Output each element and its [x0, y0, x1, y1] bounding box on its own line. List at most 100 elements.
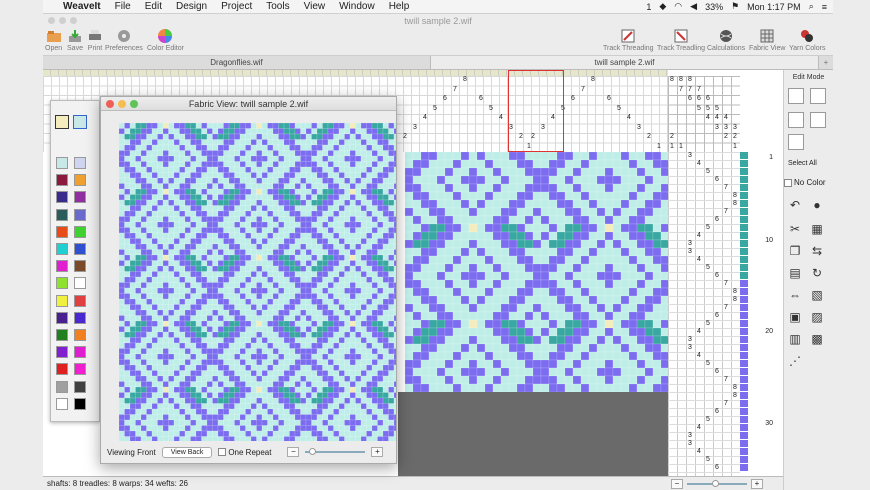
weft-color-cell[interactable]	[740, 264, 748, 272]
flip-icon[interactable]: ⇆	[808, 242, 826, 260]
color-swatch[interactable]	[56, 260, 68, 273]
color-swatch[interactable]	[56, 157, 68, 169]
color-swatch[interactable]	[56, 397, 68, 410]
menu-edit[interactable]: Edit	[145, 1, 162, 12]
color-editor-button[interactable]: Color Editor	[147, 28, 184, 52]
preferences-button[interactable]: Preferences	[105, 28, 143, 52]
color-swatch[interactable]	[56, 294, 68, 307]
weft-color-cell[interactable]	[740, 192, 748, 200]
current-weft-color[interactable]	[73, 115, 87, 129]
save-button[interactable]: Save	[67, 28, 83, 52]
weft-color-cell[interactable]	[740, 288, 748, 296]
color-swatch[interactable]	[56, 363, 68, 376]
fabric-zoom-out-button[interactable]: −	[287, 447, 300, 457]
color-swatch[interactable]	[74, 243, 86, 255]
clock[interactable]: Mon 1:17 PM	[747, 2, 801, 12]
weft-color-cell[interactable]	[740, 368, 748, 376]
scissors-icon[interactable]: ✂	[786, 220, 804, 238]
color-swatch[interactable]	[56, 277, 68, 290]
color-swatch[interactable]	[56, 346, 68, 359]
calculations-button[interactable]: Calculations	[707, 28, 745, 52]
notification-count[interactable]: 1	[646, 2, 651, 12]
weft-color-cell[interactable]	[740, 296, 748, 304]
fabric-zoom-slider[interactable]	[305, 448, 366, 455]
line-tool-button[interactable]	[788, 112, 804, 128]
weft-color-cell[interactable]	[740, 456, 748, 464]
drawdown[interactable]	[405, 152, 668, 392]
battery-percent[interactable]: 33%	[705, 2, 723, 12]
fabric-zoom-knob[interactable]	[309, 448, 317, 455]
color-swatch[interactable]	[56, 380, 68, 393]
copy-icon[interactable]: ❐	[786, 242, 804, 260]
mirror-icon[interactable]: ⇔	[786, 286, 804, 304]
no-color-checkbox[interactable]	[784, 178, 792, 187]
color-swatch[interactable]	[74, 329, 86, 341]
volume-icon[interactable]: ◀	[690, 1, 697, 12]
repeat-diagonal-icon[interactable]: ▩	[808, 330, 826, 348]
weft-color-cell[interactable]	[740, 256, 748, 264]
weft-color-cell[interactable]	[740, 160, 748, 168]
menu-design[interactable]: Design	[176, 1, 207, 12]
weft-color-column[interactable]	[740, 152, 748, 476]
yarn-colors-button[interactable]: Yarn Colors	[789, 28, 825, 52]
edit-mode-button[interactable]	[788, 88, 804, 104]
weft-color-cell[interactable]	[740, 176, 748, 184]
color-swatch[interactable]	[74, 294, 86, 307]
weft-color-cell[interactable]	[740, 224, 748, 232]
weft-color-cell[interactable]	[740, 248, 748, 256]
color-swatch[interactable]	[74, 208, 86, 221]
color-swatch[interactable]	[74, 260, 86, 273]
menu-tools[interactable]: Tools	[266, 1, 289, 12]
tieup-grid[interactable]: 888777666555444333222111	[668, 76, 740, 152]
color-swatch[interactable]	[56, 208, 68, 221]
weft-color-cell[interactable]	[740, 432, 748, 440]
tab-dragonflies[interactable]: Dragonflies.wif	[43, 56, 431, 69]
close-button[interactable]	[48, 17, 55, 24]
weft-color-cell[interactable]	[740, 392, 748, 400]
weft-color-cell[interactable]	[740, 152, 748, 160]
draw-tool-button[interactable]	[810, 112, 826, 128]
weft-color-cell[interactable]	[740, 320, 748, 328]
color-swatch[interactable]	[56, 329, 68, 341]
weft-color-cell[interactable]	[740, 312, 748, 320]
menu-window[interactable]: Window	[339, 1, 375, 12]
weft-color-cell[interactable]	[740, 168, 748, 176]
paste-icon[interactable]: ▤	[786, 264, 804, 282]
menu-file[interactable]: File	[115, 1, 131, 12]
one-repeat-checkbox[interactable]	[218, 448, 227, 457]
weft-color-cell[interactable]	[740, 448, 748, 456]
zoom-slider[interactable]	[687, 479, 747, 487]
color-swatch[interactable]	[56, 243, 68, 255]
open-button[interactable]: Open	[45, 28, 62, 52]
weft-color-cell[interactable]	[740, 184, 748, 192]
no-color-toggle[interactable]: No Color	[784, 178, 826, 187]
menu-help[interactable]: Help	[389, 1, 410, 12]
weft-color-cell[interactable]	[740, 304, 748, 312]
current-warp-color[interactable]	[55, 115, 69, 129]
weft-color-cell[interactable]	[740, 232, 748, 240]
one-repeat-toggle[interactable]: One Repeat	[218, 448, 271, 457]
treadle-tool-button[interactable]	[788, 134, 804, 150]
menu-project[interactable]: Project	[221, 1, 252, 12]
minimize-button[interactable]	[59, 17, 66, 24]
network-icon[interactable]: ⋰	[786, 352, 804, 370]
list-icon[interactable]: ≡	[822, 2, 827, 12]
zoom-button[interactable]	[70, 17, 77, 24]
new-tab-button[interactable]: +	[819, 56, 833, 69]
view-back-button[interactable]: View Back	[161, 446, 213, 458]
zoom-out-button[interactable]: −	[671, 478, 683, 489]
color-swatch[interactable]	[56, 174, 68, 187]
color-swatch[interactable]	[74, 380, 86, 393]
weft-color-cell[interactable]	[740, 272, 748, 280]
weft-color-cell[interactable]	[740, 352, 748, 360]
print-button[interactable]: Print	[87, 28, 103, 52]
rotate-icon[interactable]: ↻	[808, 264, 826, 282]
undo-icon[interactable]: ↶	[786, 196, 804, 214]
color-swatch[interactable]	[56, 191, 68, 204]
color-swatch[interactable]	[74, 397, 86, 410]
weft-color-cell[interactable]	[740, 200, 748, 208]
search-icon[interactable]: ⌕	[809, 1, 814, 12]
weft-color-cell[interactable]	[740, 400, 748, 408]
weft-color-cell[interactable]	[740, 376, 748, 384]
track-threading-button[interactable]: Track Threading	[603, 28, 654, 52]
